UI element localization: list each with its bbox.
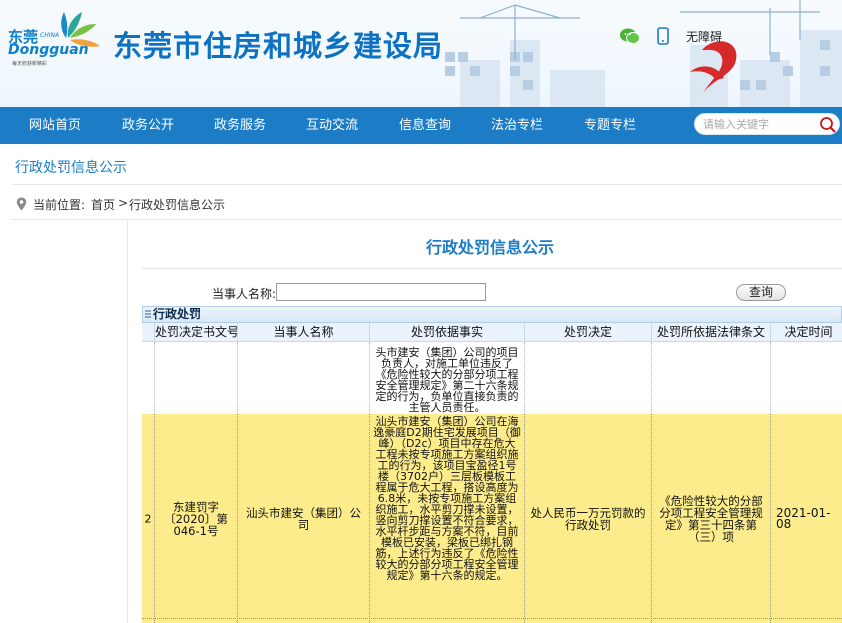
date-cell <box>771 342 842 414</box>
nav-item-home[interactable]: 网站首页 <box>29 107 81 144</box>
doc-no-cell: 东建罚字〔2020〕第046-1号 <box>155 414 238 623</box>
location-pin-icon <box>16 197 27 211</box>
nav-item-legal[interactable]: 法治专栏 <box>491 107 543 144</box>
row-separator <box>142 618 842 619</box>
table-row-selected[interactable]: 2 东建罚字〔2020〕第046-1号 汕头市建安（集团）公司 汕头市建安（集团… <box>142 414 842 623</box>
grid-header: 处罚决定书文号 当事人名称 处罚依据事实 处罚决定 处罚所依据法律条文 决定时间 <box>142 323 842 342</box>
date-cell: 2021-01-08 <box>771 414 842 623</box>
breadcrumb-label: 当前位置: <box>33 198 86 212</box>
nav-item-topics[interactable]: 专题专栏 <box>584 107 636 144</box>
party-cell <box>238 342 370 414</box>
column-header-law[interactable]: 处罚所依据法律条文 <box>652 323 771 342</box>
decision-date: 2021-01-08 <box>776 505 831 531</box>
search-icon[interactable] <box>819 116 837 134</box>
divider <box>12 219 842 220</box>
nav-item-interaction[interactable]: 互动交流 <box>306 107 358 144</box>
facts-text: 头市建安（集团）公司的项目负责人，对施工单位违反了《危险性较大的分部分项工程安全… <box>375 346 519 414</box>
logo-china-text: CHINA <box>40 32 60 39</box>
party-name-input[interactable] <box>276 283 486 301</box>
collapse-handle-icon[interactable] <box>144 308 152 320</box>
nav-item-gov-affairs[interactable]: 政务公开 <box>122 107 174 144</box>
page-title: 行政处罚信息公示 <box>15 160 127 176</box>
row-index-cell: 2 <box>142 414 155 623</box>
doc-no: 东建罚字〔2020〕第046-1号 <box>164 499 228 538</box>
breadcrumb-home[interactable]: 首页 <box>91 196 115 213</box>
site-header: 东莞 CHINA Dongguan 每天收获新精彩 东莞市住房和城乡建设局 无障… <box>0 0 842 107</box>
nav-item-gov-services[interactable]: 政务服务 <box>214 107 266 144</box>
facts-cell: 汕头市建安（集团）公司在海逸豪庭D2期住宅发展项目（御峰）（D2c）项目中存在危… <box>370 414 525 623</box>
decision-cell <box>525 342 652 414</box>
column-header-date[interactable]: 决定时间 <box>771 323 842 342</box>
party-name: 汕头市建安（集团）公司 <box>246 505 361 532</box>
grid-caption: 行政处罚 <box>142 306 842 323</box>
site-logo[interactable]: 东莞 CHINA Dongguan 每天收获新精彩 <box>8 8 112 70</box>
decision-text: 处人民币一万元罚款的行政处罚 <box>530 505 646 532</box>
law-cell <box>652 342 771 414</box>
mobile-icon[interactable] <box>657 27 669 45</box>
row-index-cell <box>142 342 155 414</box>
row-index: 2 <box>144 512 152 525</box>
facts-text: 汕头市建安（集团）公司在海逸豪庭D2期住宅发展项目（御峰）（D2c）项目中存在危… <box>373 415 521 582</box>
law-cell: 《危险性较大的分部分项工程安全管理规定》第三十四条第（三）项 <box>652 414 771 623</box>
breadcrumb-separator: > <box>118 196 129 210</box>
party-name-label: 当事人名称: <box>212 287 277 301</box>
column-header-facts[interactable]: 处罚依据事实 <box>370 323 525 342</box>
query-button[interactable]: 查询 <box>736 284 786 301</box>
accessibility-link[interactable]: 无障碍 <box>686 28 722 45</box>
site-title: 东莞市住房和城乡建设局 <box>113 29 444 63</box>
logo-english-text: Dongguan <box>8 42 89 58</box>
column-header-doc-no[interactable]: 处罚决定书文号 <box>155 323 238 342</box>
doc-no-cell <box>155 342 238 414</box>
breadcrumb-current[interactable]: 行政处罚信息公示 <box>129 196 225 213</box>
divider <box>142 268 842 269</box>
divider <box>12 184 842 185</box>
column-header-decision[interactable]: 处罚决定 <box>525 323 652 342</box>
facts-cell: 头市建安（集团）公司的项目负责人，对施工单位违反了《危险性较大的分部分项工程安全… <box>370 342 525 414</box>
city-skyline-illustration <box>445 0 842 107</box>
logo-slogan: 每天收获新精彩 <box>12 61 48 67</box>
wechat-icon[interactable] <box>620 27 640 45</box>
sidebar-divider <box>127 220 128 623</box>
table-row[interactable]: 头市建安（集团）公司的项目负责人，对施工单位违反了《危险性较大的分部分项工程安全… <box>142 342 842 414</box>
site-search <box>694 113 840 135</box>
grid-caption-text: 行政处罚 <box>153 307 202 321</box>
law-text: 《危险性较大的分部分项工程安全管理规定》第三十四条第（三）项 <box>659 493 763 544</box>
column-header-party[interactable]: 当事人名称 <box>238 323 370 342</box>
column-header-index <box>142 323 155 342</box>
content-title: 行政处罚信息公示 <box>425 238 554 257</box>
nav-item-info-query[interactable]: 信息查询 <box>399 107 451 144</box>
search-input[interactable] <box>703 116 813 132</box>
decision-cell: 处人民币一万元罚款的行政处罚 <box>525 414 652 623</box>
party-cell: 汕头市建安（集团）公司 <box>238 414 370 623</box>
